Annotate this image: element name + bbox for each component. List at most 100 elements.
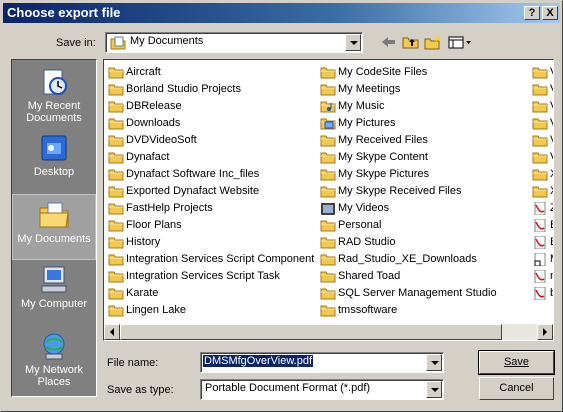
scroll-right-icon[interactable]: [537, 324, 553, 340]
save-as-type-dropdown[interactable]: Portable Document Format (*.pdf): [200, 379, 444, 400]
list-item[interactable]: V: [532, 149, 553, 166]
save-in-value: My Documents: [130, 35, 204, 47]
list-item[interactable]: Dynafact: [108, 149, 314, 166]
folder-icon: [108, 305, 124, 317]
list-item[interactable]: V: [532, 64, 553, 81]
list-item[interactable]: Personal: [320, 217, 497, 234]
list-item[interactable]: RAD Studio: [320, 234, 497, 251]
file-name-value[interactable]: DMSMfgOverView.pdf: [203, 355, 314, 367]
file-list[interactable]: Aircraft Borland Studio Projects DBRelease…: [103, 59, 554, 341]
chevron-down-icon[interactable]: [345, 34, 361, 51]
horizontal-scrollbar[interactable]: [104, 324, 553, 340]
title-bar[interactable]: Choose export file ? X: [3, 3, 560, 23]
folder-icon: [108, 271, 124, 283]
list-item[interactable]: DVDVideoSoft: [108, 132, 314, 149]
list-item[interactable]: X: [532, 166, 553, 183]
list-item[interactable]: V: [532, 98, 553, 115]
scroll-thumb[interactable]: [120, 324, 502, 340]
place-my-documents[interactable]: My Documents: [12, 194, 96, 260]
cancel-button[interactable]: Cancel: [479, 377, 554, 400]
list-item[interactable]: Downloads: [108, 115, 314, 132]
file-name: DVDVideoSoft: [126, 134, 197, 146]
list-item[interactable]: Z: [532, 200, 553, 217]
save-button[interactable]: Save: [478, 350, 555, 375]
list-item[interactable]: Dynafact Software Inc_files: [108, 166, 314, 183]
list-item[interactable]: Karate: [108, 285, 314, 302]
list-item[interactable]: My Music: [320, 98, 497, 115]
list-item[interactable]: B: [532, 234, 553, 251]
list-item[interactable]: Lingen Lake: [108, 302, 314, 319]
list-item[interactable]: SQL Server Management Studio: [320, 285, 497, 302]
up-folder-icon[interactable]: [401, 33, 421, 51]
file-name: My Videos: [338, 202, 390, 214]
folder-icon: [320, 186, 336, 198]
list-item[interactable]: My Received Files: [320, 132, 497, 149]
list-item[interactable]: Shared Toad: [320, 268, 497, 285]
place-my-network[interactable]: My Network Places: [12, 326, 96, 392]
file-name: Rad_Studio_XE_Downloads: [338, 253, 477, 265]
save-in-dropdown[interactable]: My Documents: [105, 32, 363, 53]
view-menu-icon[interactable]: [447, 33, 473, 51]
pdf-file-icon: [534, 287, 546, 300]
place-recent-documents[interactable]: My Recent Documents: [12, 62, 96, 128]
list-item[interactable]: My Meetings: [320, 81, 497, 98]
file-name: SQL Server Management Studio: [338, 287, 497, 299]
list-item[interactable]: FastHelp Projects: [108, 200, 314, 217]
file-name: Downloads: [126, 117, 181, 129]
list-item[interactable]: X: [532, 183, 553, 200]
list-item[interactable]: M: [532, 251, 553, 268]
recent-documents-icon: [43, 69, 67, 95]
file-name: My Meetings: [338, 83, 401, 95]
file-name: V: [550, 66, 553, 78]
file-name-dropdown-icon[interactable]: [426, 354, 442, 371]
place-desktop[interactable]: Desktop: [12, 128, 96, 194]
list-item[interactable]: Floor Plans: [108, 217, 314, 234]
file-name: Integration Services Script Task: [126, 270, 280, 282]
list-item[interactable]: b: [532, 285, 553, 302]
scroll-left-icon[interactable]: [104, 324, 120, 340]
file-name: b: [550, 287, 553, 299]
list-item[interactable]: My CodeSite Files: [320, 64, 497, 81]
file-name-input[interactable]: DMSMfgOverView.pdf: [200, 352, 444, 373]
file-column-1: Aircraft Borland Studio Projects DBRelease…: [108, 64, 314, 319]
list-item[interactable]: My Skype Received Files: [320, 183, 497, 200]
list-item[interactable]: Integration Services Script Task: [108, 268, 314, 285]
list-item[interactable]: tmssoftware: [320, 302, 497, 319]
list-item[interactable]: My Skype Content: [320, 149, 497, 166]
my-documents-icon: [39, 202, 69, 228]
list-item[interactable]: History: [108, 234, 314, 251]
list-item[interactable]: My Pictures: [320, 115, 497, 132]
list-item[interactable]: Aircraft: [108, 64, 314, 81]
list-item[interactable]: V: [532, 81, 553, 98]
list-item[interactable]: B: [532, 217, 553, 234]
file-name: B: [550, 236, 553, 248]
folder-icon: [108, 118, 124, 130]
videos-folder-icon: [321, 203, 335, 215]
list-item[interactable]: DBRelease: [108, 98, 314, 115]
back-icon[interactable]: [379, 33, 399, 51]
list-item[interactable]: My Skype Pictures: [320, 166, 497, 183]
list-item[interactable]: n: [532, 268, 553, 285]
folder-icon: [320, 135, 336, 147]
file-name: RAD Studio: [338, 236, 396, 248]
help-button[interactable]: ?: [524, 6, 540, 20]
list-item[interactable]: Exported Dynafact Website: [108, 183, 314, 200]
new-folder-icon[interactable]: [423, 33, 443, 51]
file-name: My Skype Received Files: [338, 185, 462, 197]
file-name: Exported Dynafact Website: [126, 185, 260, 197]
list-item[interactable]: Integration Services Script Component: [108, 251, 314, 268]
shortcut-icon: [534, 253, 546, 266]
close-button[interactable]: X: [542, 6, 558, 20]
file-name: My Skype Content: [338, 151, 428, 163]
list-item[interactable]: V: [532, 115, 553, 132]
pdf-file-icon: [534, 270, 546, 283]
place-my-computer[interactable]: My Computer: [12, 260, 96, 326]
folder-icon: [320, 152, 336, 164]
folder-icon: [320, 288, 336, 300]
pictures-folder-icon: [320, 118, 336, 130]
list-item[interactable]: Rad_Studio_XE_Downloads: [320, 251, 497, 268]
list-item[interactable]: My Videos: [320, 200, 497, 217]
list-item[interactable]: Borland Studio Projects: [108, 81, 314, 98]
list-item[interactable]: V: [532, 132, 553, 149]
save-as-type-chevron-icon[interactable]: [426, 381, 442, 398]
